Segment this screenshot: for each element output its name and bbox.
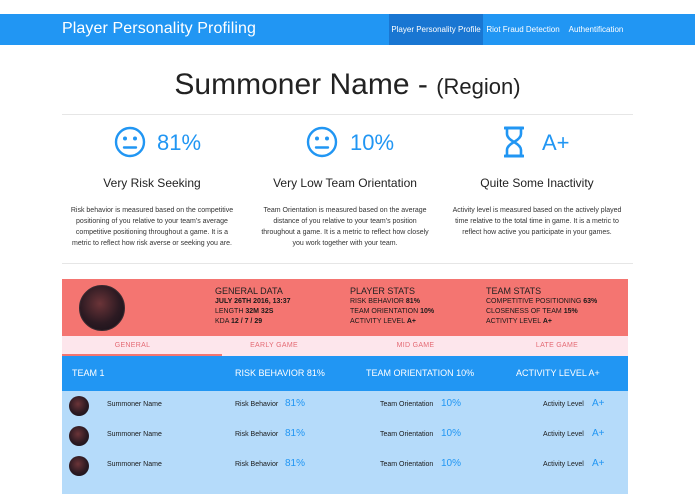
risk-value: 81% bbox=[285, 458, 306, 469]
length-label: LENGTH bbox=[215, 308, 244, 315]
page-title: Summoner Name - (Region) bbox=[0, 68, 695, 102]
stat-risk-label: Very Risk Seeking bbox=[103, 176, 201, 190]
risk-label: Risk Behavior bbox=[235, 401, 279, 408]
player-stats: PLAYER STATS RISK BEHAVIOR 81% TEAM ORIE… bbox=[350, 286, 434, 327]
avatar bbox=[69, 396, 89, 416]
sad-face-icon bbox=[306, 126, 338, 158]
stat-activity-description: Activity level is measured based on the … bbox=[452, 207, 622, 236]
team-name-header: TEAM 1 bbox=[72, 368, 105, 378]
player-stat-label: ACTIVITY LEVEL bbox=[350, 318, 405, 325]
player-stat-value: 81% bbox=[405, 298, 420, 305]
nav-riot-fraud-detection[interactable]: Riot Fraud Detection bbox=[483, 14, 563, 45]
team-orientation-header: TEAM ORIENTATION 10% bbox=[366, 368, 475, 378]
player-stat-label: RISK BEHAVIOR bbox=[350, 298, 404, 305]
divider bbox=[62, 114, 633, 115]
avatar bbox=[69, 426, 89, 446]
stat-team-label: Very Low Team Orientation bbox=[273, 176, 417, 190]
top-strip bbox=[0, 0, 695, 14]
risk-value: 81% bbox=[285, 398, 306, 409]
team-stat-label: COMPETITIVE POSITIONING bbox=[486, 298, 582, 305]
avatar bbox=[69, 456, 89, 476]
team-header: TEAM 1 RISK BEHAVIOR 81% TEAM ORIENTATIO… bbox=[62, 356, 628, 391]
tab-early-game[interactable]: EARLY GAME bbox=[203, 336, 345, 356]
player-stat-value: 10% bbox=[420, 308, 435, 315]
team-stat-value: A+ bbox=[542, 318, 552, 325]
table-row[interactable]: Summoner Name Risk Behavior 81% Team Ori… bbox=[62, 451, 628, 481]
nav-player-personality-profile[interactable]: Player Personality Profile bbox=[389, 14, 483, 45]
length-value: 32M 32S bbox=[245, 308, 274, 315]
team-stat-value: 63% bbox=[583, 298, 598, 305]
stat-activity-value: A+ bbox=[542, 130, 570, 155]
game-panel: GENERAL DATA JULY 26TH 2016, 13:37 LENGT… bbox=[62, 279, 628, 494]
team-orientation-label: Team Orientation bbox=[380, 431, 434, 438]
risk-value: 81% bbox=[285, 428, 306, 439]
game-summary-card: GENERAL DATA JULY 26TH 2016, 13:37 LENGT… bbox=[62, 279, 628, 336]
team-risk-header: RISK BEHAVIOR 81% bbox=[235, 368, 325, 378]
general-data-title: GENERAL DATA bbox=[215, 286, 283, 296]
kda-label: KDA bbox=[215, 318, 230, 325]
team-stat-label: ACTIVITY LEVEL bbox=[486, 318, 541, 325]
player-stats-title: PLAYER STATS bbox=[350, 286, 416, 296]
tab-late-game[interactable]: LATE GAME bbox=[486, 336, 628, 356]
stat-team-description: Team Orientation is measured based on th… bbox=[261, 207, 429, 247]
team-stat-value: 15% bbox=[563, 308, 578, 315]
team-orientation-label: Team Orientation bbox=[380, 461, 434, 468]
game-phase-tabs: GENERAL EARLY GAME MID GAME LATE GAME bbox=[62, 336, 628, 356]
activity-value: A+ bbox=[592, 458, 605, 469]
game-date: JULY 26TH 2016, 13:37 bbox=[215, 298, 291, 305]
stat-activity-head: A+ bbox=[504, 126, 604, 162]
tab-general[interactable]: GENERAL bbox=[62, 336, 203, 356]
member-name[interactable]: Summoner Name bbox=[107, 401, 162, 408]
brand-title[interactable]: Player Personality Profiling bbox=[62, 20, 256, 38]
player-stat-label: TEAM ORIENTATION bbox=[350, 308, 419, 315]
team-activity-header: ACTIVITY LEVEL A+ bbox=[516, 368, 600, 378]
stat-risk-value: 81% bbox=[157, 130, 202, 155]
risk-label: Risk Behavior bbox=[235, 431, 279, 438]
general-data: GENERAL DATA JULY 26TH 2016, 13:37 LENGT… bbox=[215, 286, 291, 327]
risk-label: Risk Behavior bbox=[235, 461, 279, 468]
activity-label: Activity Level bbox=[543, 431, 584, 438]
team-orientation-value: 10% bbox=[441, 428, 462, 439]
team-stat-label: CLOSENESS OF TEAM bbox=[486, 308, 562, 315]
stat-team-value: 10% bbox=[350, 130, 395, 155]
activity-value: A+ bbox=[592, 398, 605, 409]
region-label: (Region) bbox=[436, 74, 521, 99]
team-stats: TEAM STATS COMPETITIVE POSITIONING 63% C… bbox=[486, 286, 597, 327]
team-orientation-value: 10% bbox=[441, 398, 462, 409]
team-member-list: Summoner Name Risk Behavior 81% Team Ori… bbox=[62, 391, 628, 494]
stat-risk-description: Risk behavior is measured based on the c… bbox=[70, 207, 234, 247]
team-stats-title: TEAM STATS bbox=[486, 286, 542, 296]
table-row[interactable]: Summoner Name Risk Behavior 81% Team Ori… bbox=[62, 421, 628, 451]
divider bbox=[62, 263, 633, 264]
table-row[interactable]: Summoner Name Risk Behavior 81% Team Ori… bbox=[62, 391, 628, 421]
nav-authentification[interactable]: Authentification bbox=[563, 14, 629, 45]
hourglass-icon bbox=[504, 126, 524, 158]
team-orientation-label: Team Orientation bbox=[380, 401, 434, 408]
kda-value: 12 / 7 / 29 bbox=[230, 318, 263, 325]
summoner-name: Summoner Name bbox=[174, 68, 410, 101]
navbar: Player Personality Profiling Player Pers… bbox=[0, 14, 695, 45]
activity-label: Activity Level bbox=[543, 401, 584, 408]
avatar bbox=[79, 285, 125, 331]
tab-mid-game[interactable]: MID GAME bbox=[345, 336, 486, 356]
activity-value: A+ bbox=[592, 428, 605, 439]
title-separator: - bbox=[417, 68, 428, 101]
member-name[interactable]: Summoner Name bbox=[107, 461, 162, 468]
stat-risk-head: 81% bbox=[114, 126, 214, 162]
sad-face-icon bbox=[114, 126, 146, 158]
team-orientation-value: 10% bbox=[441, 458, 462, 469]
member-name[interactable]: Summoner Name bbox=[107, 431, 162, 438]
stat-activity-label: Quite Some Inactivity bbox=[480, 176, 594, 190]
activity-label: Activity Level bbox=[543, 461, 584, 468]
stat-team-head: 10% bbox=[306, 126, 406, 162]
player-stat-value: A+ bbox=[406, 318, 416, 325]
